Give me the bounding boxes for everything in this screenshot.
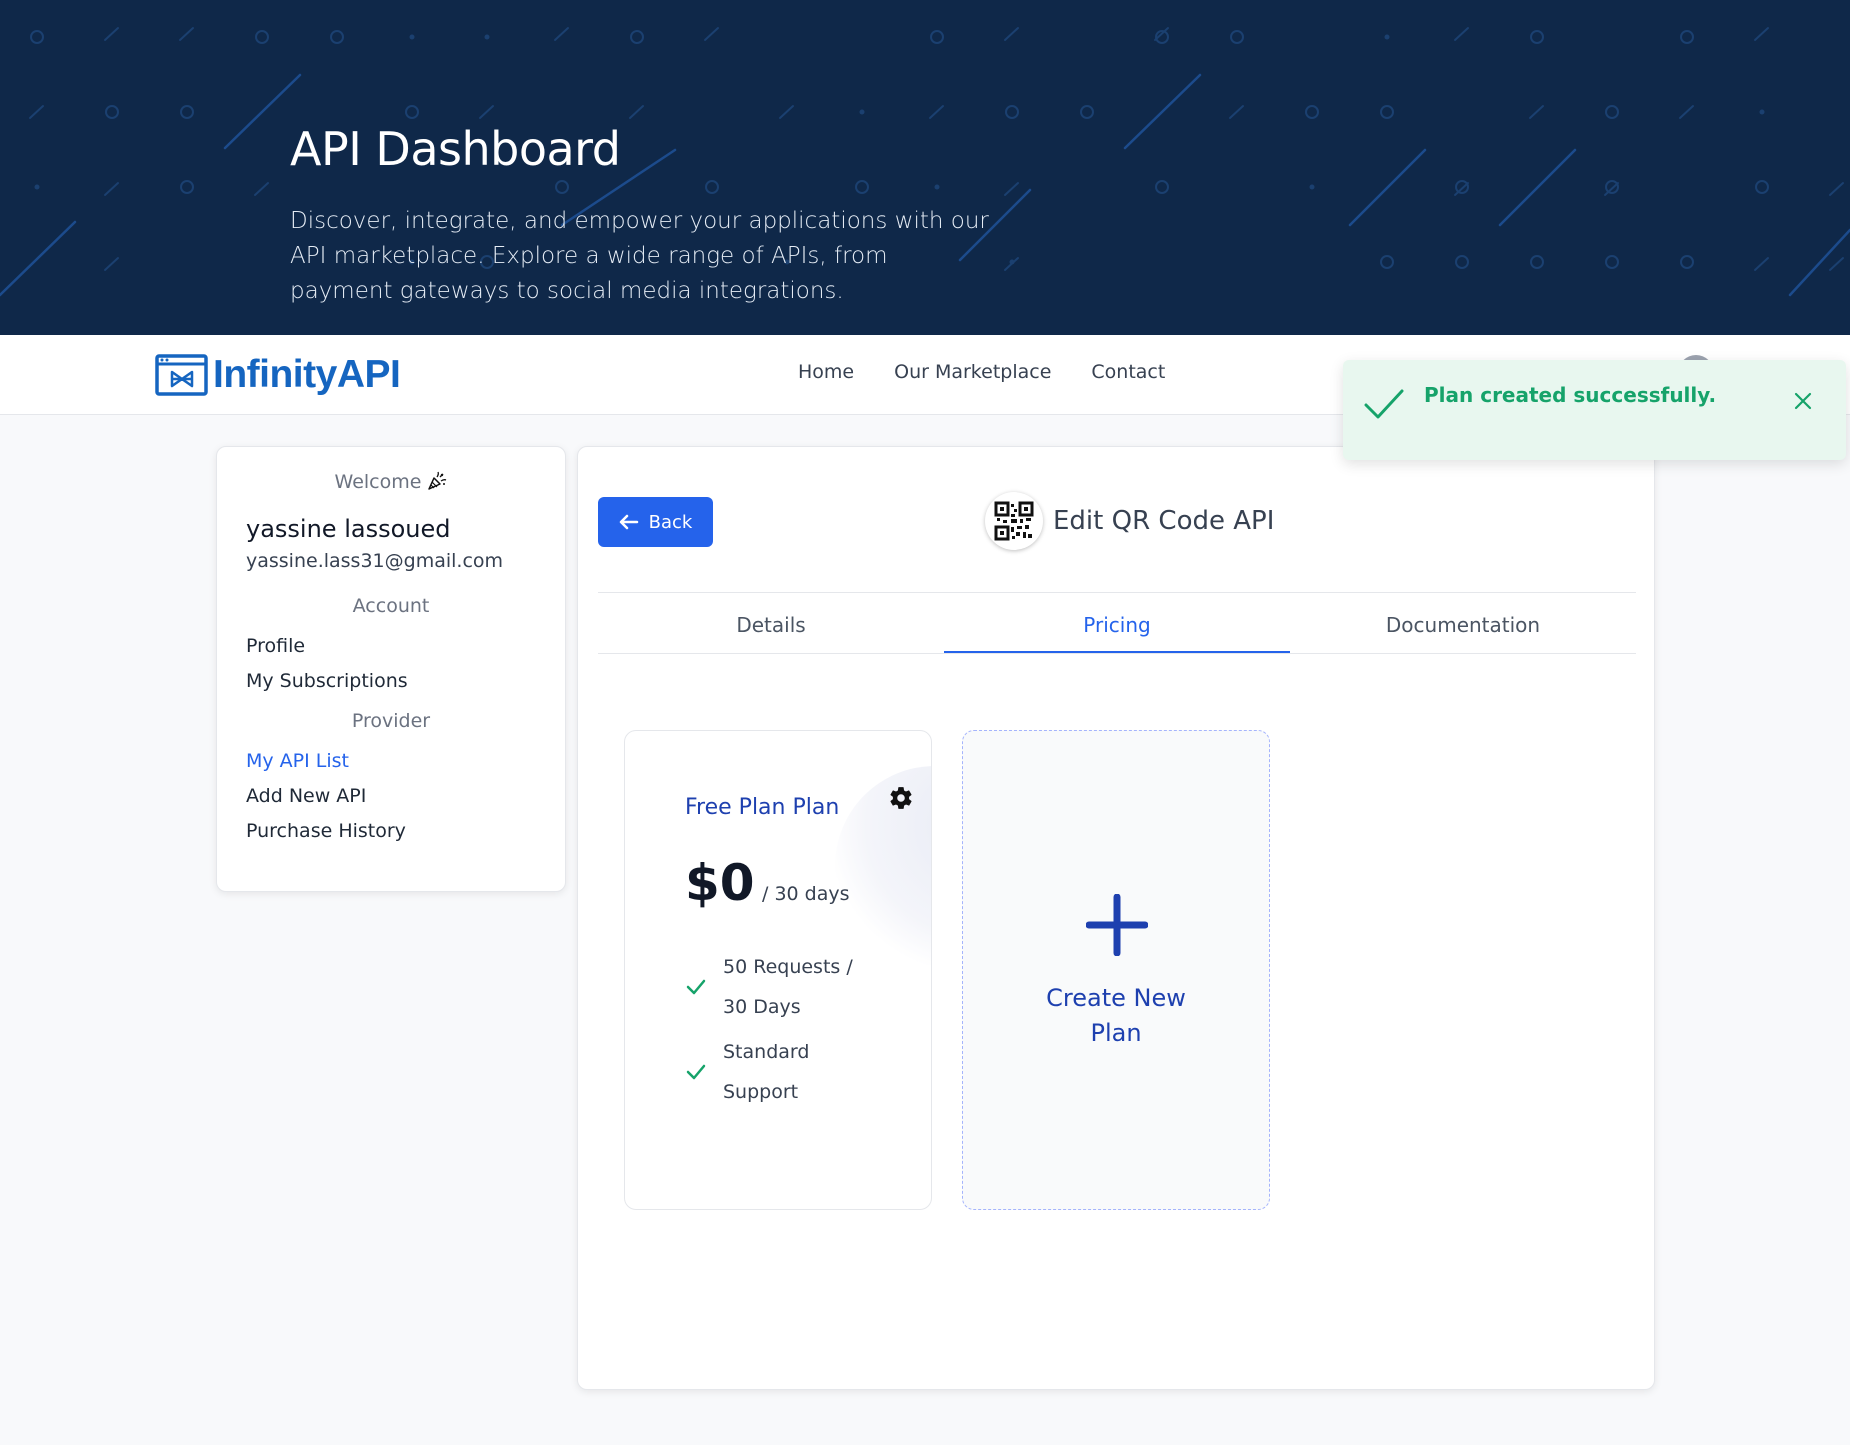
sidebar-item-add-new-api[interactable]: Add New API [246, 785, 366, 807]
plus-icon [1086, 894, 1148, 956]
section-label-account: Account [352, 595, 430, 617]
gear-icon[interactable] [888, 785, 914, 811]
check-icon [686, 979, 706, 995]
api-header: Edit QR Code API [985, 492, 1274, 550]
party-popper-icon [428, 471, 447, 490]
section-label-provider: Provider [351, 710, 431, 732]
welcome-heading: Welcome [217, 471, 565, 493]
tab-details[interactable]: Details [598, 593, 944, 653]
hero-description: Discover, integrate, and empower your ap… [290, 208, 989, 304]
tab-bar: Details Pricing Documentation [598, 592, 1636, 654]
create-plan-button[interactable]: Create New Plan [962, 730, 1270, 1210]
back-button[interactable]: Back [598, 497, 713, 547]
page-title: API Dashboard [290, 122, 621, 176]
plan-feature: 50 Requests / 30 Days [685, 947, 853, 1027]
browser-window-icon [155, 354, 208, 396]
plan-feature-line: 30 Days [723, 996, 801, 1018]
create-plan-label-line: Create New [1046, 984, 1186, 1012]
plan-feature-line: Support [723, 1081, 799, 1103]
nav-link-marketplace[interactable]: Our Marketplace [894, 361, 1051, 383]
user-name: yassine lassoued [246, 515, 451, 543]
create-plan-label-line: Plan [1090, 1019, 1142, 1047]
back-button-label: Back [648, 511, 693, 533]
arrow-left-icon [619, 514, 638, 530]
plan-card: Free Plan Plan $0 / 30 days 50 Requests … [624, 730, 932, 1210]
success-toast: Plan created successfully. [1343, 360, 1846, 460]
close-icon[interactable] [1792, 390, 1814, 412]
sidebar-item-my-api-list[interactable]: My API List [246, 750, 349, 772]
user-email: yassine.lass31@gmail.com [246, 550, 504, 572]
toast-message: Plan created successfully. [1424, 383, 1717, 407]
sidebar: Welcome yassine lassoued yassine.lass31@… [216, 446, 566, 892]
api-title: Edit QR Code API [1053, 506, 1275, 536]
nav-links: Home Our Marketplace Contact [798, 361, 1165, 383]
plan-card-decoration [835, 766, 931, 966]
nav-link-contact[interactable]: Contact [1091, 361, 1165, 383]
plan-feature-line: 50 Requests / [723, 956, 853, 978]
plan-feature: Standard Support [685, 1032, 809, 1112]
qr-code-icon [985, 492, 1043, 550]
plan-feature-line: Standard [723, 1041, 810, 1063]
check-icon [1364, 389, 1404, 419]
tab-documentation[interactable]: Documentation [1290, 593, 1636, 653]
plan-period: / 30 days [762, 883, 850, 905]
plan-name: Free Plan Plan [685, 795, 840, 820]
sidebar-item-profile[interactable]: Profile [246, 635, 305, 657]
sidebar-item-purchase-history[interactable]: Purchase History [246, 820, 406, 842]
tab-pricing[interactable]: Pricing [944, 593, 1290, 653]
check-icon [686, 1064, 706, 1080]
nav-link-home[interactable]: Home [798, 361, 854, 383]
create-plan-label: Create New Plan [963, 981, 1269, 1051]
brand-name: InfinityAPI [213, 353, 401, 396]
edit-api-panel: Back Edit QR Code API Details Pricing Do… [577, 446, 1655, 1390]
plan-price: $0 [685, 854, 755, 912]
brand-logo[interactable]: InfinityAPI [155, 353, 401, 397]
sidebar-item-subscriptions[interactable]: My Subscriptions [246, 670, 408, 692]
hero-banner: API Dashboard Discover, integrate, and e… [0, 0, 1850, 335]
welcome-label: Welcome [334, 471, 422, 493]
